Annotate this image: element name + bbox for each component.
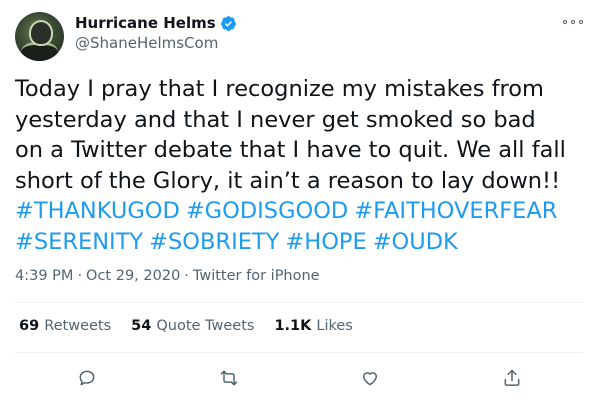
hashtag-list: #THANKUGOD #GODISGOOD #FAITHOVERFEAR #SEREN… [15,196,587,257]
hashtag-link[interactable]: #SERENITY [15,229,143,255]
display-name[interactable]: Hurricane Helms [75,14,216,32]
divider [15,352,583,353]
likes-count: 1.1K [274,318,312,334]
tweet-card: Hurricane Helms @ShaneHelmsCom Today I p… [0,0,598,402]
author-name-row[interactable]: Hurricane Helms [75,13,237,33]
quote-tweets-label: Quote Tweets [156,318,255,334]
tweet-source[interactable]: Twitter for iPhone [193,268,320,284]
hashtag-link[interactable]: #HOPE [285,229,366,255]
retweets-stat[interactable]: 69 Retweets [19,318,111,334]
likes-label: Likes [316,318,353,334]
share-icon[interactable] [500,366,524,390]
hashtag-link[interactable]: #THANKUGOD [15,198,180,224]
hashtag-link[interactable]: #FAITHOVERFEAR [354,198,557,224]
quote-tweets-stat[interactable]: 54 Quote Tweets [131,318,254,334]
retweets-label: Retweets [44,318,112,334]
more-icon[interactable] [563,14,583,30]
hashtag-link[interactable]: #SOBRIETY [149,229,279,255]
likes-stat[interactable]: 1.1K Likes [274,318,352,334]
hashtag-link[interactable]: #GODISGOOD [186,198,348,224]
verified-badge-icon [220,15,236,31]
engagement-stats: 69 Retweets 54 Quote Tweets 1.1K Likes [19,318,373,334]
tweet-meta: 4:39 PM · Oct 29, 2020 · Twitter for iPh… [15,268,320,284]
tweet-time[interactable]: 4:39 PM [15,268,73,284]
retweet-icon[interactable] [217,366,241,390]
meta-separator: · [184,268,189,284]
action-bar [0,364,598,394]
hashtag-link[interactable]: #OUDK [373,229,458,255]
retweets-count: 69 [19,318,40,334]
tweet-text: Today I pray that I recognize my mistake… [15,76,566,194]
avatar[interactable] [15,12,64,61]
reply-icon[interactable] [75,366,99,390]
author-handle[interactable]: @ShaneHelmsCom [75,34,218,52]
quote-tweets-count: 54 [131,318,152,334]
like-icon[interactable] [358,366,382,390]
tweet-date[interactable]: Oct 29, 2020 [86,268,180,284]
divider [15,302,583,303]
meta-separator: · [77,268,83,284]
